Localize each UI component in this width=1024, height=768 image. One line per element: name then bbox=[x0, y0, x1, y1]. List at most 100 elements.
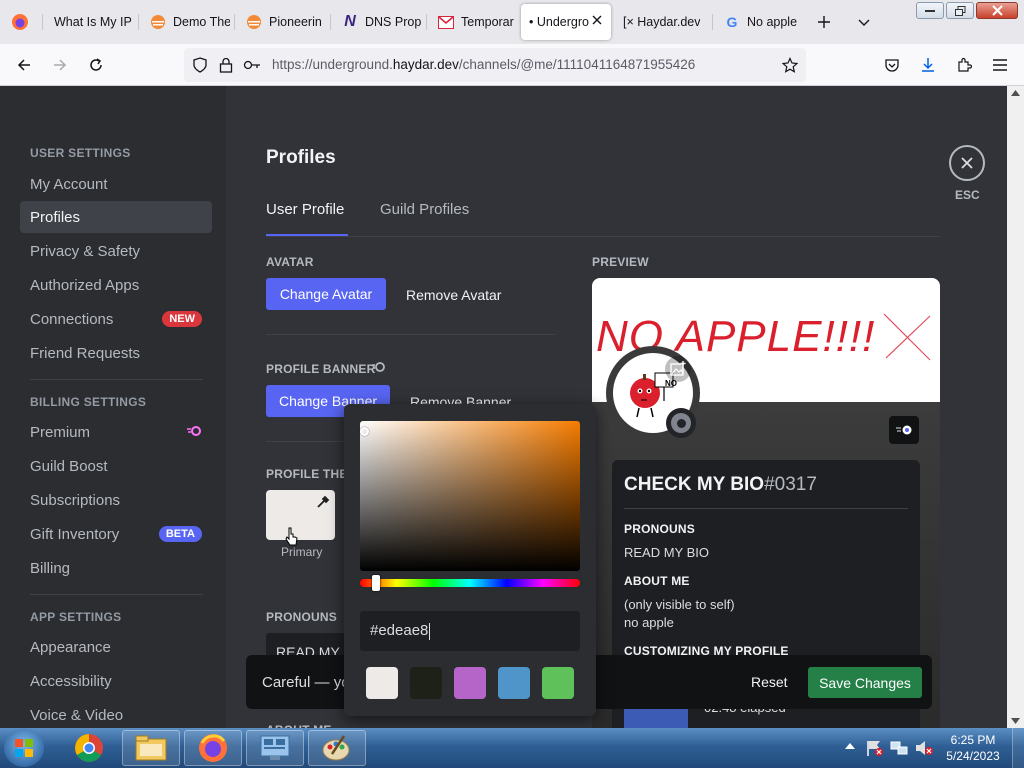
tab-title: Demo The bbox=[173, 15, 230, 29]
swatch-2[interactable] bbox=[410, 667, 442, 699]
sunset-icon bbox=[150, 14, 166, 30]
sidebar-item-label: My Account bbox=[30, 175, 108, 193]
sidebar-item-label: Billing bbox=[30, 559, 71, 577]
browser-tab-6-active[interactable]: • Undergro bbox=[521, 4, 611, 40]
show-desktop-button[interactable] bbox=[1012, 728, 1024, 768]
back-icon[interactable] bbox=[14, 55, 34, 75]
sidebar-item-premium[interactable]: Premium bbox=[20, 416, 212, 448]
saturation-handle[interactable] bbox=[360, 427, 369, 436]
close-settings-button[interactable] bbox=[949, 145, 985, 181]
sidebar-item-label: Premium bbox=[30, 423, 91, 441]
nitro-badge-icon bbox=[889, 416, 919, 444]
settings-sidebar: USER SETTINGS My Account Profiles Privac… bbox=[0, 86, 226, 728]
sidebar-item-subscriptions[interactable]: Subscriptions bbox=[20, 484, 212, 516]
show-hidden-icons-icon[interactable] bbox=[845, 742, 855, 750]
start-button[interactable] bbox=[4, 729, 44, 767]
close-tab-icon[interactable] bbox=[591, 14, 603, 26]
restore-icon[interactable] bbox=[946, 2, 974, 19]
sidebar-item-billing[interactable]: Billing bbox=[20, 552, 212, 584]
sidebar-item-my-account[interactable]: My Account bbox=[20, 168, 212, 200]
change-avatar-button[interactable]: Change Avatar bbox=[266, 278, 386, 310]
close-window-icon[interactable] bbox=[976, 2, 1018, 19]
reset-button[interactable]: Reset bbox=[751, 674, 788, 690]
tab-title: [× Haydar.dev bbox=[623, 15, 701, 29]
sidebar-item-gift-inventory[interactable]: Gift Inventory BETA bbox=[20, 518, 212, 550]
google-icon: G bbox=[726, 14, 738, 30]
pocket-icon[interactable] bbox=[882, 55, 902, 75]
swatch-4[interactable] bbox=[498, 667, 530, 699]
browser-tab-7[interactable]: [× Haydar.dev bbox=[615, 4, 710, 40]
lock-icon[interactable] bbox=[216, 55, 236, 75]
firefox-taskbar-icon[interactable] bbox=[184, 730, 242, 766]
sidebar-item-label: Authorized Apps bbox=[30, 276, 140, 294]
sidebar-item-label: Friend Requests bbox=[30, 344, 141, 362]
browser-tab-3[interactable]: Pioneerin bbox=[238, 4, 326, 40]
tabs-divider bbox=[266, 236, 940, 237]
bookmark-star-icon[interactable] bbox=[780, 55, 800, 75]
sidebar-item-connections[interactable]: Connections NEW bbox=[20, 303, 212, 335]
url-text: https://underground.haydar.dev/channels/… bbox=[272, 57, 696, 72]
swatch-1[interactable] bbox=[366, 667, 398, 699]
remove-avatar-button[interactable]: Remove Avatar bbox=[406, 287, 501, 303]
sidebar-item-guild-boost[interactable]: Guild Boost bbox=[20, 450, 212, 482]
close-icon bbox=[961, 157, 973, 169]
browser-tab-2[interactable]: Demo The bbox=[142, 4, 230, 40]
saturation-area[interactable] bbox=[360, 421, 580, 571]
page-scrollbar[interactable] bbox=[1007, 86, 1024, 728]
browser-tab-4[interactable]: N DNS Prop bbox=[334, 4, 422, 40]
preview-about-line-1: (only visible to self) bbox=[624, 597, 735, 612]
hamburger-menu-icon[interactable] bbox=[990, 55, 1010, 75]
browser-tab-8[interactable]: G No apple bbox=[716, 4, 804, 40]
primary-color-swatch[interactable] bbox=[266, 490, 335, 540]
network-icon[interactable] bbox=[890, 739, 908, 757]
browser-tab-5[interactable]: Temporar bbox=[430, 4, 518, 40]
explorer-taskbar-icon[interactable] bbox=[122, 730, 180, 766]
reload-icon[interactable] bbox=[86, 55, 106, 75]
mail-icon bbox=[438, 14, 454, 30]
paint-taskbar-icon[interactable] bbox=[308, 730, 366, 766]
volume-muted-icon[interactable] bbox=[914, 739, 934, 757]
downloads-icon[interactable] bbox=[918, 55, 938, 75]
control-panel-taskbar-icon[interactable] bbox=[246, 730, 304, 766]
system-clock[interactable]: 6:25 PM 5/24/2023 bbox=[940, 732, 1006, 764]
firefox-menu-icon[interactable] bbox=[10, 12, 30, 32]
sidebar-item-profiles[interactable]: Profiles bbox=[20, 201, 212, 233]
sidebar-item-appearance[interactable]: Appearance bbox=[20, 631, 212, 663]
tab-title: DNS Prop bbox=[365, 15, 422, 29]
permissions-icon[interactable] bbox=[242, 55, 262, 75]
color-picker-popout: #edeae8 bbox=[344, 404, 596, 716]
action-center-flag-icon[interactable] bbox=[866, 739, 884, 757]
avatar-section-label: AVATAR bbox=[266, 255, 314, 269]
section-divider bbox=[266, 334, 555, 335]
tab-user-profile[interactable]: User Profile bbox=[266, 201, 344, 218]
add-image-icon[interactable] bbox=[665, 356, 691, 382]
forward-icon[interactable] bbox=[50, 55, 70, 75]
address-bar[interactable]: https://underground.haydar.dev/channels/… bbox=[184, 48, 806, 82]
hex-color-input[interactable]: #edeae8 bbox=[360, 611, 580, 651]
extensions-icon[interactable] bbox=[954, 55, 974, 75]
sidebar-item-privacy-safety[interactable]: Privacy & Safety bbox=[20, 235, 212, 267]
browser-tab-1[interactable]: What Is My IP bbox=[46, 4, 134, 40]
swatch-3[interactable] bbox=[454, 667, 486, 699]
sidebar-item-label: Subscriptions bbox=[30, 491, 121, 509]
sidebar-divider bbox=[30, 594, 203, 595]
swatch-5[interactable] bbox=[542, 667, 574, 699]
chrome-taskbar-icon[interactable] bbox=[60, 730, 118, 766]
sidebar-item-friend-requests[interactable]: Friend Requests bbox=[20, 337, 212, 369]
preview-about-line-2: no apple bbox=[624, 615, 674, 630]
window-controls bbox=[916, 2, 1018, 20]
tab-guild-profiles[interactable]: Guild Profiles bbox=[380, 201, 469, 218]
minimize-icon[interactable] bbox=[916, 2, 944, 19]
sidebar-item-accessibility[interactable]: Accessibility bbox=[20, 665, 212, 697]
pronouns-label: PRONOUNS bbox=[266, 610, 337, 624]
sidebar-item-voice-video[interactable]: Voice & Video bbox=[20, 699, 212, 728]
save-changes-button[interactable]: Save Changes bbox=[808, 667, 922, 698]
new-tab-icon[interactable] bbox=[814, 12, 834, 32]
nitro-icon bbox=[186, 425, 202, 437]
shield-icon[interactable] bbox=[190, 55, 210, 75]
preview-label: PREVIEW bbox=[592, 255, 649, 269]
hue-handle[interactable] bbox=[372, 575, 380, 591]
list-tabs-chevron-icon[interactable] bbox=[854, 12, 874, 32]
hue-slider[interactable] bbox=[360, 575, 580, 591]
sidebar-item-authorized-apps[interactable]: Authorized Apps bbox=[20, 269, 212, 301]
